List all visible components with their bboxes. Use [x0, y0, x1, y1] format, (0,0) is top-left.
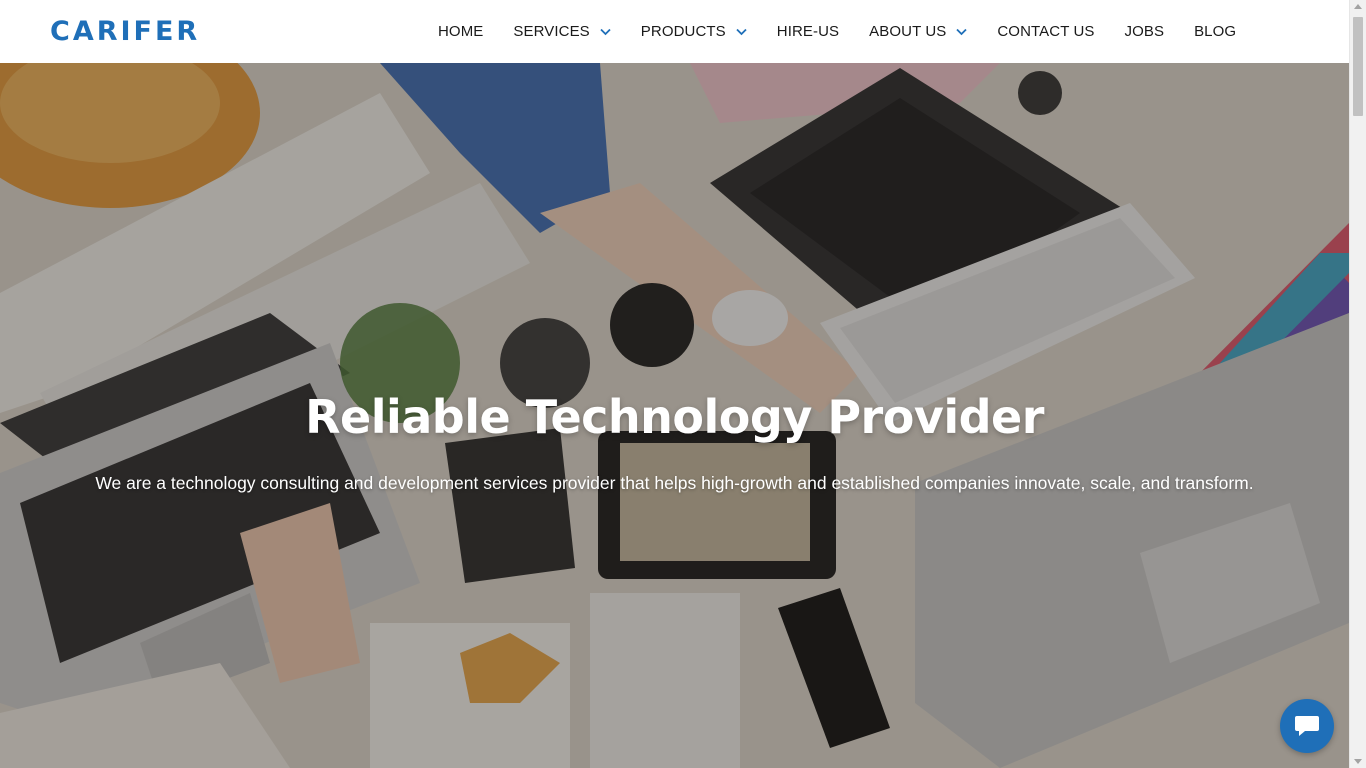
scroll-down-arrow-icon[interactable] — [1354, 759, 1362, 764]
nav-contact-us-label: CONTACT US — [997, 23, 1095, 40]
scrollbar-thumb[interactable] — [1353, 17, 1363, 116]
scroll-up-arrow-icon[interactable] — [1354, 4, 1362, 9]
nav-about-us[interactable]: ABOUT US — [869, 0, 968, 63]
page-scrollbar[interactable] — [1349, 0, 1366, 768]
nav-services-label: SERVICES — [513, 23, 590, 40]
nav-products[interactable]: PRODUCTS — [641, 0, 747, 63]
nav-home[interactable]: HOME — [438, 0, 483, 63]
nav-services[interactable]: SERVICES — [513, 0, 611, 63]
nav-products-label: PRODUCTS — [640, 23, 726, 40]
hero-title: Reliable Technology Provider — [305, 390, 1044, 444]
nav-home-label: HOME — [438, 23, 484, 40]
nav-contact-us[interactable]: CONTACT US — [997, 0, 1094, 63]
chat-widget-button[interactable] — [1280, 699, 1334, 753]
nav-blog[interactable]: BLOG — [1194, 0, 1236, 63]
nav-jobs[interactable]: JOBS — [1125, 0, 1165, 63]
carifer-logo[interactable]: CARIFER — [50, 16, 230, 47]
nav-hire-us-label: HIRE-US — [776, 23, 840, 40]
chevron-down-icon — [600, 28, 611, 35]
main-nav: HOME SERVICES PRODUCTS HIRE-US ABOUT US … — [438, 0, 1236, 63]
nav-blog-label: BLOG — [1194, 23, 1237, 40]
logo-text: CARIFER — [50, 16, 201, 47]
nav-about-us-label: ABOUT US — [869, 23, 947, 40]
page: CARIFER HOME SERVICES PRODUCTS HIRE-US A… — [0, 0, 1349, 768]
hero-subtitle: We are a technology consulting and devel… — [95, 473, 1254, 493]
hero-section: Reliable Technology Provider We are a te… — [0, 63, 1349, 768]
chat-bubble-icon — [1295, 716, 1319, 736]
nav-jobs-label: JOBS — [1124, 23, 1165, 40]
site-header: CARIFER HOME SERVICES PRODUCTS HIRE-US A… — [0, 0, 1349, 63]
nav-hire-us[interactable]: HIRE-US — [777, 0, 839, 63]
chevron-down-icon — [736, 28, 747, 35]
chevron-down-icon — [956, 28, 968, 35]
